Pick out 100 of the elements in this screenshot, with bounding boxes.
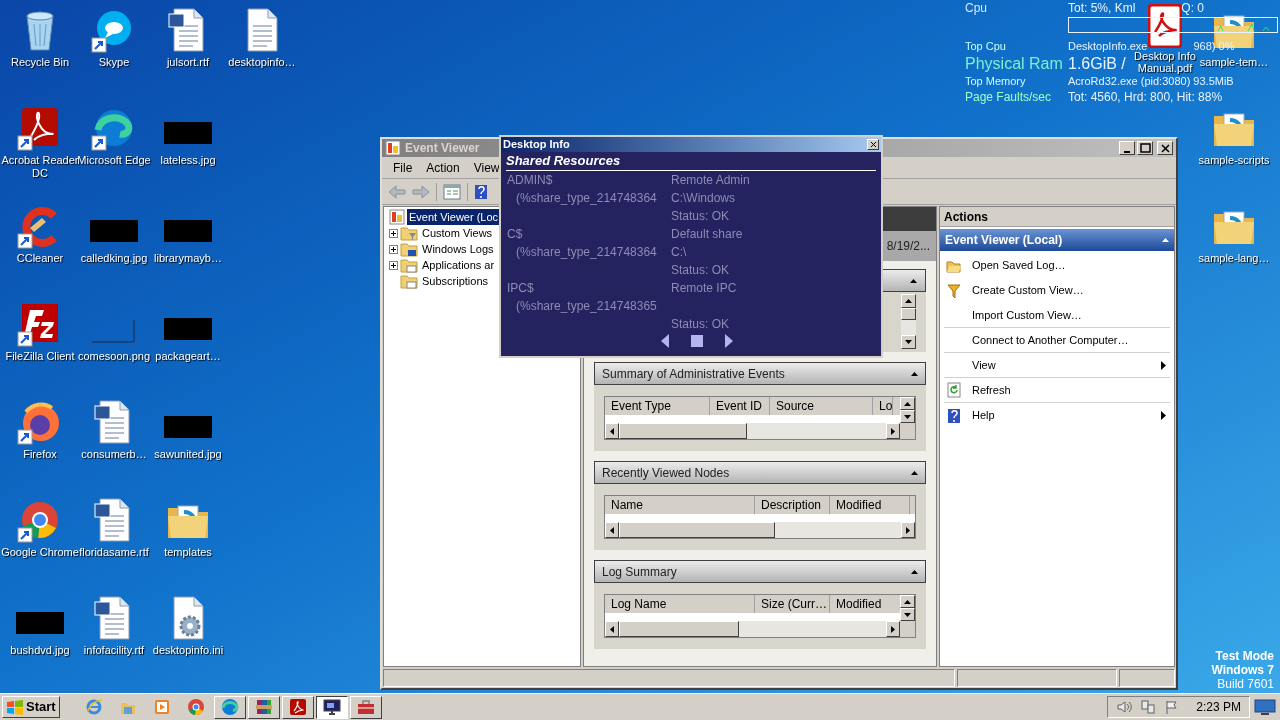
share-type: (%share_type_214748364 [515, 244, 658, 261]
next-icon[interactable] [725, 334, 733, 348]
scroll-up-icon[interactable] [904, 599, 911, 604]
share-status: Status: OK [671, 208, 731, 225]
folder-icon [400, 241, 418, 257]
horizontal-scrollbar[interactable] [605, 621, 900, 637]
help-icon[interactable] [474, 183, 488, 200]
show-desktop-icon[interactable] [1254, 698, 1276, 716]
share-status: Status: OK [671, 262, 731, 279]
archive-icon[interactable] [254, 698, 273, 716]
action-link[interactable]: Help [944, 403, 1170, 428]
clock[interactable]: 2:23 PM [1196, 698, 1241, 716]
vertical-scrollbar[interactable] [900, 397, 915, 439]
menu-item[interactable]: Action [421, 158, 465, 177]
taskbar-button[interactable] [315, 695, 348, 719]
metric-label: Top Memory [965, 74, 1027, 89]
scroll-left-icon[interactable] [610, 526, 614, 534]
action-link[interactable]: Create Custom View… [944, 278, 1170, 303]
share-type: (%share_type_214748364 [515, 190, 658, 207]
share-type: (%share_type_214748365 [515, 298, 658, 315]
scroll-thumb[interactable] [619, 621, 739, 637]
scroll-left-icon[interactable] [610, 427, 614, 435]
action-link[interactable]: View [944, 353, 1170, 378]
section-header[interactable]: Log Summary [594, 560, 926, 583]
maximize-button[interactable] [1137, 141, 1153, 155]
icon-label: sample-tem… [1198, 56, 1270, 69]
collapse-icon[interactable] [911, 470, 918, 475]
scroll-right-icon[interactable] [906, 526, 910, 534]
network-icon[interactable] [1140, 700, 1157, 714]
pdf-app-icon[interactable] [288, 698, 307, 716]
tree-item[interactable]: Applications ar [420, 256, 497, 274]
icon-label: Recycle Bin [9, 56, 71, 69]
panel-title: Actions [944, 208, 988, 226]
section-header[interactable]: Recently Viewed Nodes [594, 461, 926, 484]
metric-value: Tot: 5%, Kml [1068, 0, 1136, 17]
action-link[interactable]: Open Saved Log… [944, 253, 1170, 278]
icon-label: infofacility.rtf [82, 644, 146, 657]
horizontal-scrollbar[interactable] [605, 423, 900, 439]
minimize-button[interactable] [1119, 141, 1135, 155]
collapse-icon[interactable] [910, 278, 917, 283]
action-group-header[interactable]: Event Viewer (Local) [940, 229, 1174, 251]
scroll-thumb[interactable] [619, 423, 747, 439]
action-link[interactable]: Refresh [944, 378, 1170, 403]
pdf-file-icon[interactable] [1148, 4, 1182, 48]
submenu-arrow-icon [1161, 411, 1166, 420]
collapse-icon[interactable] [911, 371, 918, 376]
vertical-scrollbar[interactable] [900, 595, 915, 637]
scroll-up-icon[interactable] [905, 299, 912, 303]
tree-item[interactable]: Windows Logs [420, 240, 496, 258]
scroll-right-icon[interactable] [891, 427, 895, 435]
scroll-down-icon[interactable] [904, 414, 911, 419]
folder-icon [946, 258, 962, 273]
close-button[interactable] [867, 139, 879, 150]
share-name: C$ [507, 226, 524, 243]
metric-value: DesktopInfo.exe [1068, 39, 1148, 52]
help-icon [947, 407, 961, 424]
tree-item[interactable]: Event Viewer (Loc [407, 208, 501, 226]
section-title: Recently Viewed Nodes [602, 464, 730, 482]
share-description: Remote Admin [671, 172, 751, 189]
scroll-right-icon[interactable] [891, 625, 895, 633]
collapse-icon[interactable] [911, 569, 918, 574]
folder-icon [400, 273, 418, 289]
tree-item[interactable]: Custom Views [420, 224, 495, 242]
status-pane [1119, 669, 1175, 687]
monitor-icon[interactable] [322, 698, 341, 716]
metric-label: Page Faults/sec [965, 89, 1053, 106]
scroll-thumb[interactable] [619, 522, 775, 538]
expand-icon[interactable] [389, 244, 398, 254]
expand-icon[interactable] [389, 260, 398, 270]
scroll-down-icon[interactable] [905, 340, 912, 344]
share-description: Default share [671, 226, 744, 243]
start-button[interactable]: Start [2, 696, 60, 718]
tree-item[interactable]: Subscriptions [420, 272, 491, 290]
expand-icon[interactable] [389, 228, 398, 238]
speaker-icon[interactable] [1116, 700, 1133, 714]
share-description: Remote IPC [671, 280, 738, 297]
browser-icon[interactable] [186, 698, 205, 716]
metric-label: Top Cpu [965, 39, 1007, 54]
scroll-up-icon[interactable] [904, 401, 911, 406]
metric-label: Cpu [965, 0, 988, 17]
scroll-thumb[interactable] [901, 308, 916, 320]
menu-item[interactable]: File [388, 158, 418, 177]
media-player-icon[interactable] [152, 698, 171, 716]
event-log-icon [385, 140, 401, 156]
scroll-down-icon[interactable] [904, 612, 911, 617]
icon-label: calledking.jpg [79, 252, 149, 265]
submenu-arrow-icon [1161, 360, 1166, 370]
icon-label: julsort.rtf [165, 56, 211, 69]
icon-label: sample-lang… [1197, 252, 1271, 265]
action-link[interactable]: Connect to Another Computer… [944, 328, 1170, 353]
vertical-scrollbar[interactable] [901, 294, 916, 349]
section-header[interactable]: Summary of Administrative Events [594, 362, 926, 385]
share-path: C:\ [671, 244, 688, 261]
close-button[interactable] [1157, 141, 1173, 155]
folder-icon [400, 257, 418, 273]
horizontal-scrollbar[interactable] [605, 522, 915, 538]
toolbox-icon[interactable] [356, 698, 375, 716]
scroll-left-icon[interactable] [610, 625, 614, 633]
previous-icon[interactable] [661, 334, 669, 348]
action-link[interactable]: Import Custom View… [944, 303, 1170, 328]
